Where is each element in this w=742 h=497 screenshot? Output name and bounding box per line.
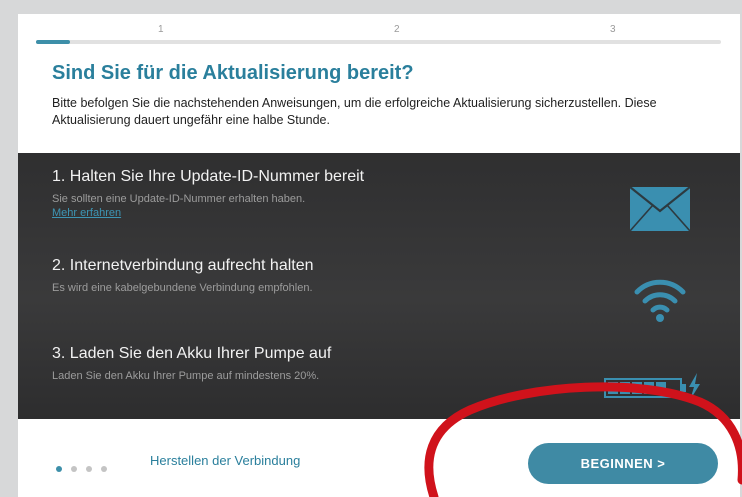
intro-text: Bitte befolgen Sie die nachstehenden Anw…	[52, 96, 657, 127]
instruction-description: Es wird eine kabelgebundene Verbindung e…	[52, 282, 313, 294]
begin-button[interactable]: BEGINNEN >	[528, 443, 718, 484]
step-dot	[56, 466, 62, 472]
instruction-description: Laden Sie den Akku Ihrer Pumpe auf minde…	[52, 370, 320, 382]
instruction-item-update-id: 1. Halten Sie Ihre Update-ID-Nummer bere…	[52, 168, 364, 219]
step-dots	[56, 459, 116, 477]
envelope-icon	[630, 187, 690, 231]
step-dot	[101, 466, 107, 472]
instruction-title: 2. Internetverbindung aufrecht halten	[52, 257, 314, 274]
progress-steps: 1 2 3	[18, 14, 740, 54]
page-title: Sind Sie für die Aktualisierung bereit?	[52, 62, 414, 84]
progress-fill	[36, 40, 71, 44]
instruction-description: Sie sollten eine Update-ID-Nummer erhalt…	[52, 193, 306, 205]
step-dot	[71, 466, 77, 472]
current-step-label: Herstellen der Verbindung	[150, 453, 301, 468]
wifi-icon	[634, 279, 686, 322]
instruction-title: 1. Halten Sie Ihre Update-ID-Nummer bere…	[52, 168, 365, 185]
instruction-title: 3. Laden Sie den Akku Ihrer Pumpe auf	[52, 345, 332, 362]
dialog-footer: Herstellen der Verbindung BEGINNEN >	[18, 419, 740, 497]
instructions-panel: 1. Halten Sie Ihre Update-ID-Nummer bere…	[18, 153, 740, 419]
step-number-3: 3	[610, 24, 616, 35]
step-number-1: 1	[158, 24, 164, 35]
learn-more-link[interactable]: Mehr erfahren	[52, 207, 364, 219]
step-number-2: 2	[394, 24, 400, 35]
instruction-item-internet: 2. Internetverbindung aufrecht halten Es…	[52, 257, 314, 294]
instruction-item-battery: 3. Laden Sie den Akku Ihrer Pumpe auf La…	[52, 345, 331, 382]
update-dialog: 1 2 3 Sind Sie für die Aktualisierung be…	[18, 14, 740, 497]
battery-charging-icon	[604, 373, 700, 400]
step-dot	[86, 466, 92, 472]
progress-track	[36, 40, 721, 44]
